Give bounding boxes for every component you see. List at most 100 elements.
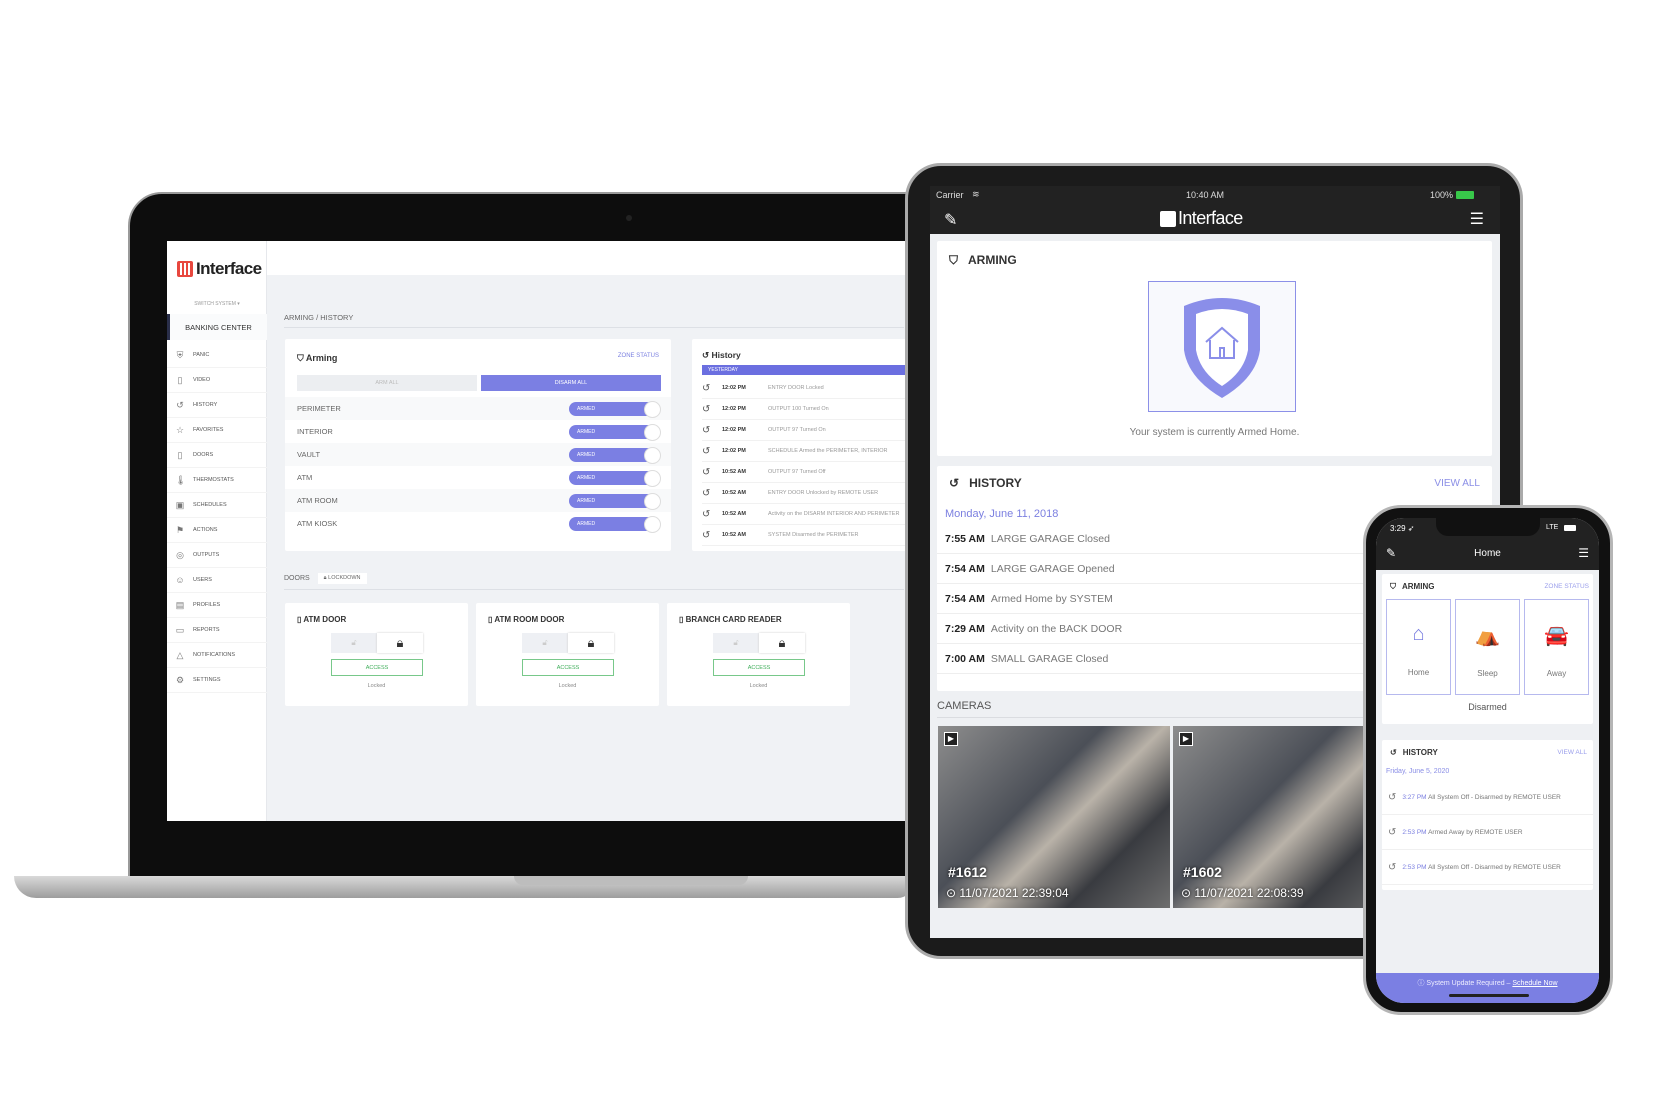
sidebar-item-profiles[interactable]: ▤ PROFILES (167, 593, 267, 618)
logo: Interface (1160, 208, 1243, 229)
history-text: Activity on the BACK DOOR (990, 622, 1123, 635)
carrier-label: Carrier (936, 190, 964, 200)
lock-toggle[interactable]: 🔓︎ 🔒︎ (522, 633, 614, 653)
history-time: 7:54 AM (945, 562, 985, 575)
history-icon: ↺ (702, 382, 711, 394)
sidebar-item-favorites[interactable]: ☆ FAVORITES (167, 418, 267, 443)
lock-icon[interactable]: 🔒︎ (568, 633, 614, 653)
history-text: ENTRY DOOR Unlocked by REMOTE USER (768, 490, 879, 496)
zone-toggle[interactable]: ARMED (569, 515, 661, 533)
sidebar-item-video[interactable]: ▯ VIDEO (167, 368, 267, 393)
edit-icon[interactable]: ✎ (944, 210, 957, 230)
status-bar: Carrier ≋ 10:40 AM 100% (930, 186, 1500, 206)
history-time: 12:02 PM (722, 427, 746, 433)
zone-list: PERIMETER ARMED INTERIOR ARMED VAULT ARMED ATM… (285, 397, 671, 535)
sidebar-item-outputs[interactable]: ◎ OUTPUTS (167, 543, 267, 568)
zone-toggle[interactable]: ARMED (569, 446, 661, 464)
history-text: SMALL GARAGE Closed (990, 652, 1109, 665)
history-title-text: History (711, 350, 741, 360)
history-text: Armed Away by REMOTE USER (1428, 828, 1523, 836)
battery-level: 100% (1430, 190, 1454, 200)
access-button[interactable]: ACCESS (331, 659, 423, 676)
logo[interactable]: Interface (177, 259, 262, 279)
lock-toggle[interactable]: 🔓︎ 🔒︎ (713, 633, 805, 653)
camera-feed[interactable]: ▶ #1612 ⊙ 11/07/2021 22:39:04 (938, 726, 1170, 908)
play-icon[interactable]: ▶ (1179, 732, 1193, 746)
logo-icon (1160, 210, 1176, 227)
arming-title-text: Arming (305, 353, 338, 363)
lock-toggle[interactable]: 🔓︎ 🔒︎ (331, 633, 423, 653)
sidebar-item-reports[interactable]: ▭ REPORTS (167, 618, 267, 643)
door-card: ▯ ATM ROOM DOOR 🔓︎ 🔒︎ ACCESS Locked (476, 603, 659, 706)
view-all-link[interactable]: VIEW ALL (1434, 478, 1480, 489)
zone-toggle[interactable]: ARMED (569, 492, 661, 510)
sidebar-item-label: USERS (193, 577, 212, 583)
zone-status-link[interactable]: ZONE STATUS (618, 353, 659, 359)
history-time: 10:52 AM (722, 532, 746, 538)
actions-icon: ⚑ (175, 524, 185, 535)
play-icon[interactable]: ▶ (944, 732, 958, 746)
sidebar-item-notifications[interactable]: △ NOTIFICATIONS (167, 643, 267, 668)
sidebar-item-thermostats[interactable]: 🌡 THERMOSTATS (167, 468, 267, 493)
history-time: 12:02 PM (722, 406, 746, 412)
camera-id: #1612 (948, 864, 987, 880)
door-card: ▯ BRANCH CARD READER 🔓︎ 🔒︎ ACCESS Locked (667, 603, 850, 706)
view-all-link[interactable]: VIEW ALL (1557, 749, 1587, 756)
door-icon: ▯ (177, 449, 183, 460)
laptop-camera (626, 215, 632, 221)
lockdown-button[interactable]: 🔒︎ LOCKDOWN (317, 573, 367, 584)
arming-state: Disarmed (1468, 702, 1507, 712)
sidebar-item-users[interactable]: ☺ USERS (167, 568, 267, 593)
sidebar-item-schedules[interactable]: ▣ SCHEDULES (167, 493, 267, 518)
arming-title: ⛉ Arming (297, 353, 337, 364)
panic-icon: ⛨ (176, 349, 184, 360)
lock-icon[interactable]: 🔒︎ (377, 633, 423, 653)
arm-mode-sleep[interactable]: ⛺ Sleep (1455, 599, 1520, 695)
access-button[interactable]: ACCESS (713, 659, 805, 676)
history-text: OUTPUT 97 Turned On (768, 427, 826, 433)
schedule-now-link[interactable]: Schedule Now (1512, 980, 1557, 987)
history-row: ↺ 10:52 AM Activity on the DISARM INTERIOR… (702, 504, 907, 525)
history-date: Friday, June 5, 2020 (1386, 768, 1450, 775)
access-button[interactable]: ACCESS (522, 659, 614, 676)
camera-timestamp: ⊙ 11/07/2021 22:39:04 (946, 886, 1069, 900)
menu-icon[interactable]: ☰ (1470, 209, 1484, 229)
history-icon: ↺ (1388, 826, 1397, 838)
arming-title: ARMING (1402, 582, 1435, 591)
history-time: 12:02 PM (722, 448, 746, 454)
history-icon: ↺ (702, 466, 711, 478)
sidebar-item-settings[interactable]: ⚙ SETTINGS (167, 668, 267, 693)
sidebar-item-label: THERMOSTATS (193, 477, 234, 483)
sidebar-item-actions[interactable]: ⚑ ACTIONS (167, 518, 267, 543)
arm-mode-away[interactable]: 🚘 Away (1524, 599, 1589, 695)
menu-icon[interactable]: ☰ (1578, 546, 1589, 560)
armed-home-button[interactable] (1148, 281, 1296, 412)
history-text: All System Off - Disarmed by REMOTE USER (1428, 793, 1561, 801)
unlock-option[interactable]: 🔓︎ (331, 633, 377, 653)
sidebar-item-doors[interactable]: ▯ DOORS (167, 443, 267, 468)
lock-icon[interactable]: 🔒︎ (759, 633, 805, 653)
zone-toggle[interactable]: ARMED (569, 423, 661, 441)
zone-status-link[interactable]: ZONE STATUS (1544, 583, 1589, 590)
unlock-option[interactable]: 🔓︎ (522, 633, 568, 653)
door-name: ATM DOOR (303, 615, 347, 624)
battery-icon (1456, 191, 1474, 199)
sidebar-item-label: DOORS (193, 452, 214, 458)
zone-toggle[interactable]: ARMED (569, 469, 661, 487)
history-icon: ↺ (702, 508, 711, 520)
home-indicator[interactable] (1449, 994, 1529, 997)
sidebar-item-panic[interactable]: ⛨ PANIC (167, 343, 267, 368)
sidebar-item-history[interactable]: ↺ HISTORY (167, 393, 267, 418)
sidebar: Interface SWITCH SYSTEM ▾ BANKING CENTER… (167, 241, 267, 821)
arm-mode-home[interactable]: ⌂ Home (1386, 599, 1451, 695)
arm-all-button[interactable]: ARM ALL (297, 375, 477, 391)
history-row: ↺ 10:52 AM ENTRY DOOR Unlocked by REMOTE U… (702, 483, 907, 504)
history-row: ↺ 10:52 AM SYSTEM Disarmed the PERIMETER (702, 525, 907, 546)
disarm-all-button[interactable]: DISARM ALL (481, 375, 661, 391)
unlock-option[interactable]: 🔓︎ (713, 633, 759, 653)
zone-toggle[interactable]: ARMED (569, 400, 661, 418)
current-system[interactable]: BANKING CENTER (167, 314, 267, 340)
history-row: ↺ 12:02 PM SCHEDULE Armed the PERIMETER, I… (702, 441, 907, 462)
arm-mode-label: Away (1546, 668, 1567, 678)
switch-system-dropdown[interactable]: SWITCH SYSTEM ▾ (167, 301, 267, 307)
